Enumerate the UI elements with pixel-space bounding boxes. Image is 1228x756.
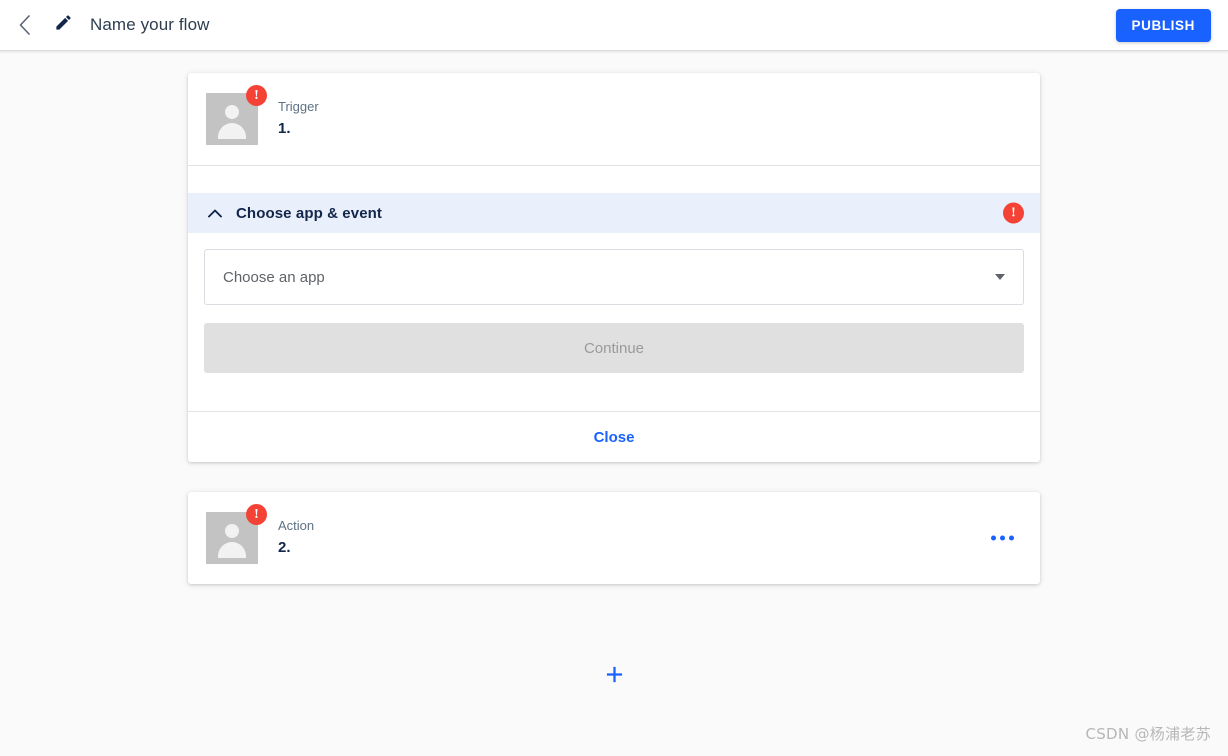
choose-app-event-accordion-header[interactable]: Choose app & event !	[188, 193, 1040, 233]
watermark: CSDN @杨浦老苏	[1085, 725, 1211, 743]
trigger-step-card[interactable]: ! Trigger 1. Choose app & event ! Choose…	[188, 73, 1040, 462]
more-horizontal-icon[interactable]	[983, 528, 1022, 549]
trigger-step-header[interactable]: ! Trigger 1.	[188, 73, 1040, 165]
app-header: Name your flow PUBLISH	[0, 0, 1228, 51]
edit-flow-name-button[interactable]	[48, 10, 78, 40]
card-spacer	[188, 166, 1040, 193]
step-kind-label: Action	[278, 518, 315, 533]
publish-button[interactable]: PUBLISH	[1115, 9, 1211, 42]
continue-button[interactable]: Continue	[204, 323, 1024, 373]
step-number-label: 2.	[278, 539, 291, 556]
avatar: !	[206, 504, 267, 564]
pencil-icon	[54, 13, 73, 37]
action-step-header[interactable]: ! Action 2.	[188, 492, 1040, 584]
trigger-step-meta: Trigger 1.	[278, 98, 319, 140]
step-number-label: 1.	[278, 120, 291, 137]
step-kind-label: Trigger	[278, 99, 319, 114]
status-badge: !	[246, 85, 267, 106]
accordion-title: Choose app & event	[236, 204, 382, 222]
plus-icon	[605, 665, 624, 684]
choose-app-event-panel: Choose an app Continue	[188, 233, 1040, 411]
add-step-button-2[interactable]	[0, 659, 1228, 689]
close-button[interactable]: Close	[188, 411, 1040, 462]
accordion-status-badge: !	[1003, 202, 1024, 224]
flow-canvas: ! Trigger 1. Choose app & event ! Choose…	[0, 51, 1228, 756]
page-title: Name your flow	[90, 15, 210, 34]
back-button[interactable]	[2, 3, 46, 47]
avatar: !	[206, 85, 267, 145]
choose-app-placeholder: Choose an app	[223, 268, 325, 286]
action-step-meta: Action 2.	[278, 517, 314, 559]
chevron-up-icon	[206, 204, 224, 222]
chevron-left-icon	[18, 15, 31, 35]
close-button-label: Close	[593, 428, 635, 446]
action-step-card[interactable]: ! Action 2.	[188, 492, 1040, 584]
chevron-down-icon	[995, 274, 1005, 280]
panel-bottom-pad	[204, 373, 1024, 395]
status-badge: !	[246, 504, 267, 525]
choose-app-select[interactable]: Choose an app	[204, 249, 1024, 305]
